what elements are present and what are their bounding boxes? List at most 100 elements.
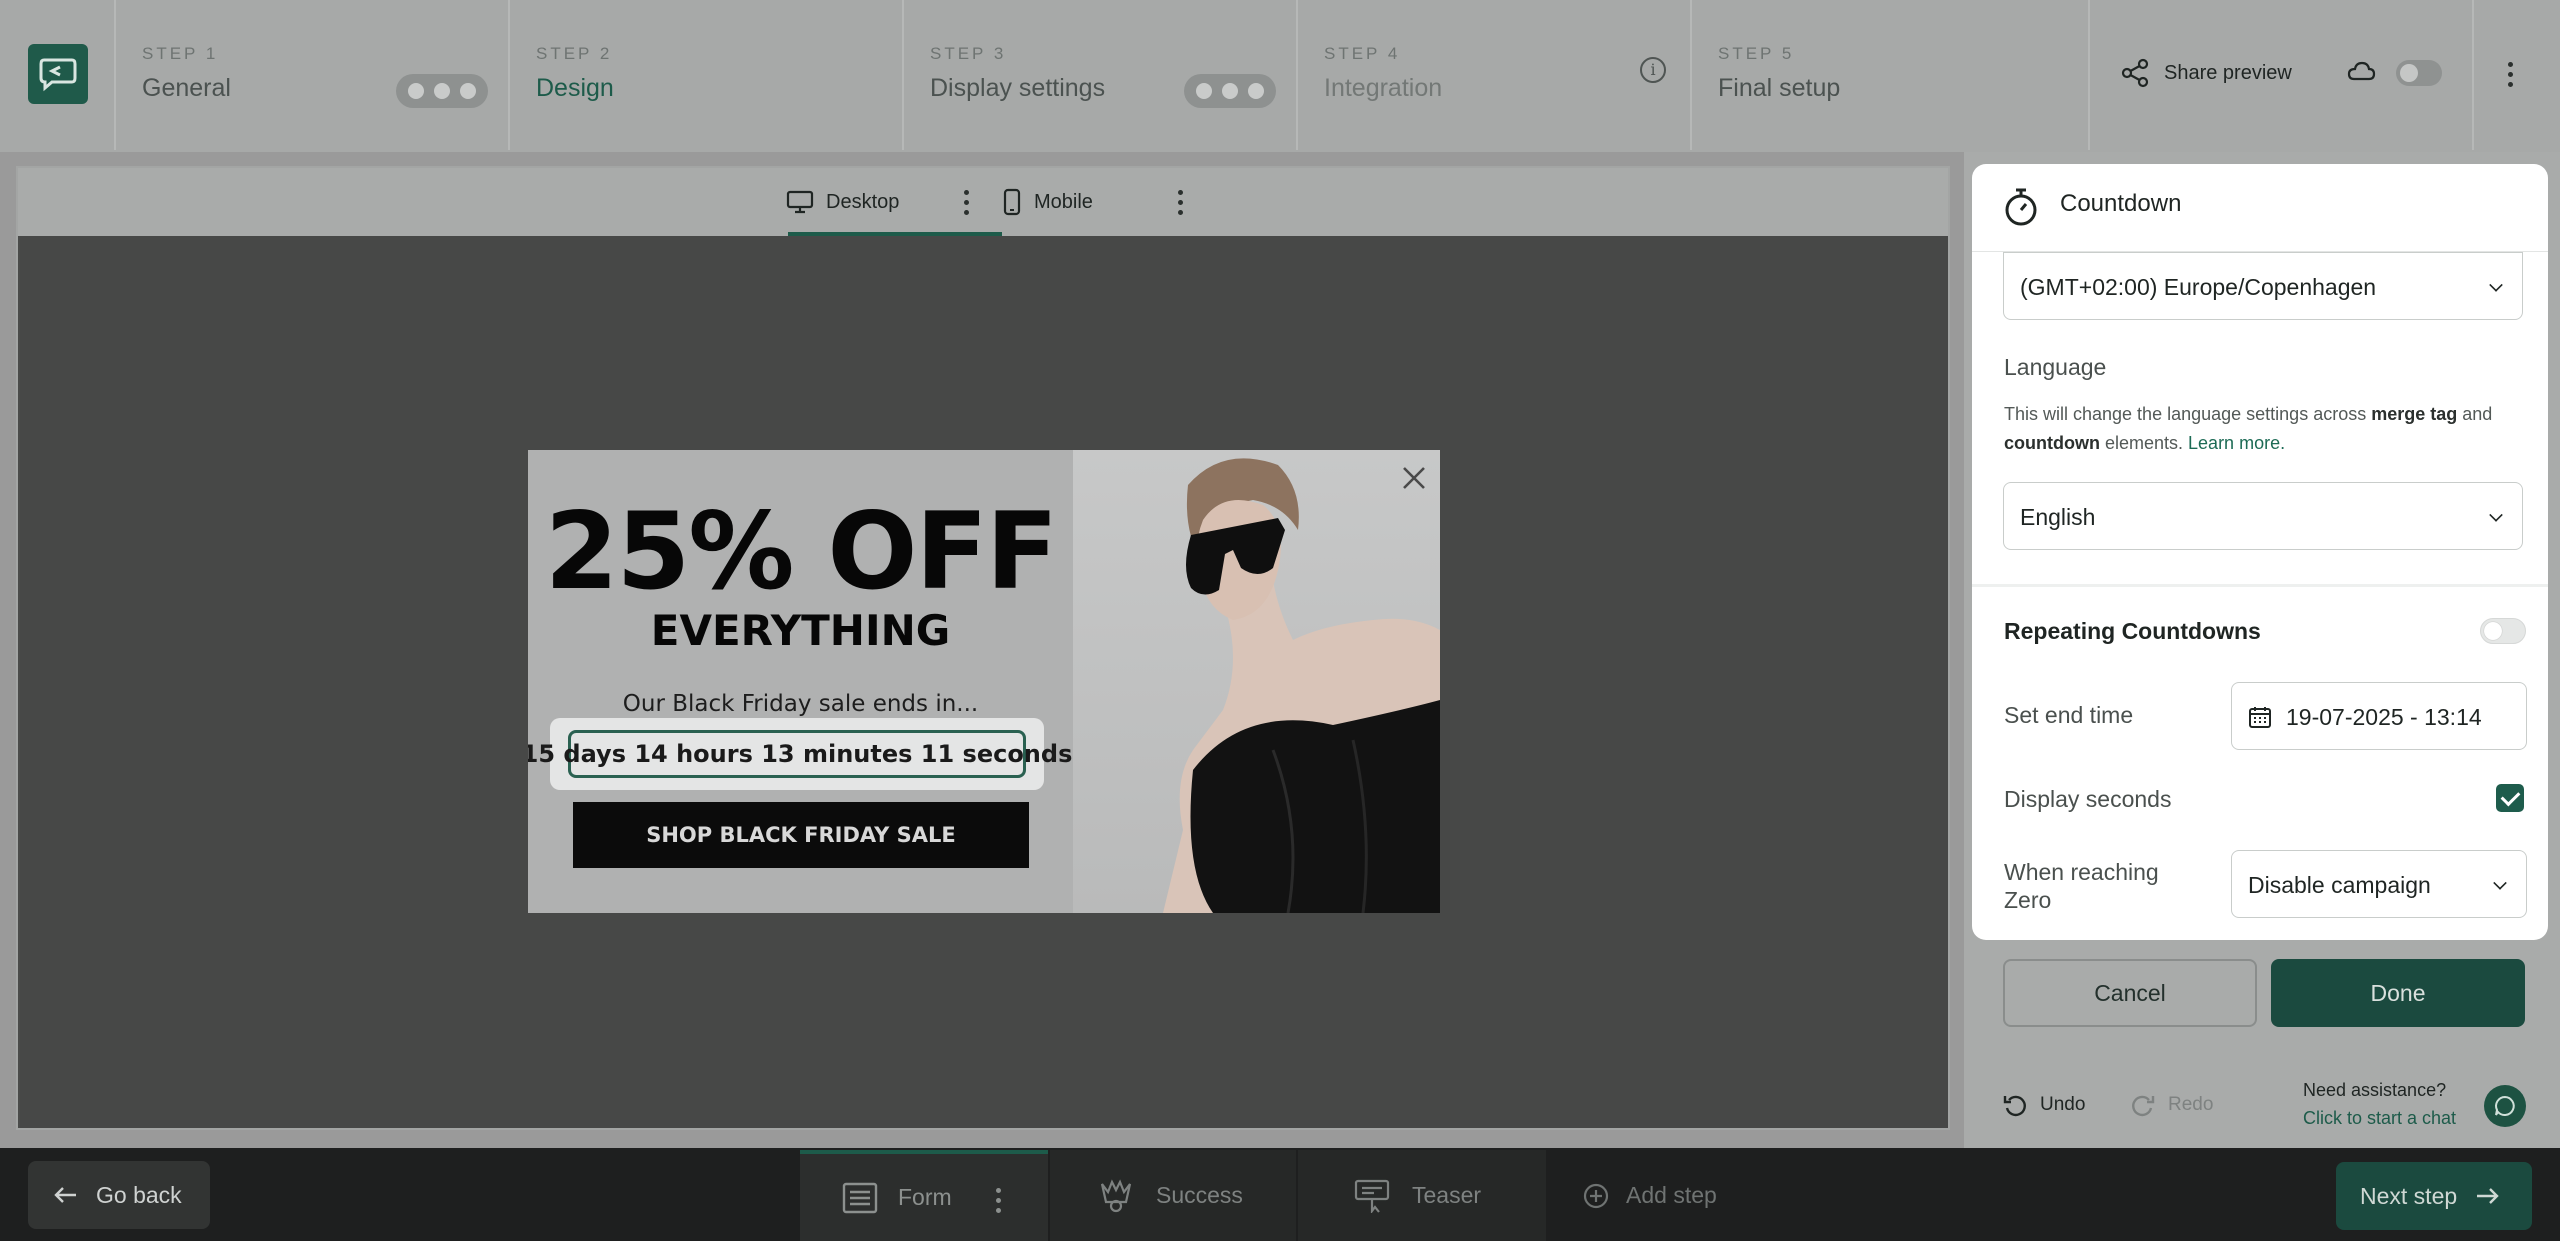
step-status-dots [1184, 74, 1276, 108]
arrow-left-icon [54, 1187, 76, 1203]
step-number: STEP 1 [142, 44, 219, 63]
add-step-button[interactable]: Add step [1546, 1150, 1746, 1241]
autosave-toggle[interactable] [2396, 60, 2442, 86]
display-seconds-checkbox[interactable] [2496, 784, 2524, 812]
chat-icon [2495, 1095, 2515, 1116]
redo-button[interactable]: Redo [2130, 1092, 2213, 1118]
step-tab-form[interactable]: Form [800, 1150, 1048, 1241]
cancel-button[interactable]: Cancel [2003, 959, 2257, 1027]
campaign-popup[interactable]: 25% OFF EVERYTHING Our Black Friday sale… [528, 450, 1440, 913]
step-design[interactable]: STEP 2 Design [512, 0, 904, 150]
step-final-setup[interactable]: STEP 5 Final setup [1694, 0, 2086, 150]
step-number: STEP 3 [930, 44, 1007, 63]
timezone-value: (GMT+02:00) Europe/Copenhagen [2020, 274, 2377, 300]
zero-action-value: Disable campaign [2248, 872, 2431, 898]
step-integration[interactable]: STEP 4 Integration [1300, 0, 1692, 150]
countdown-element[interactable]: 15 days 14 hours 13 minutes 11 seconds [528, 718, 1072, 790]
calendar-icon [2249, 707, 2271, 728]
share-preview-button[interactable]: Share preview [2120, 56, 2292, 90]
chevron-down-icon [2493, 876, 2507, 890]
plus-circle-icon [1583, 1183, 1609, 1208]
step-display-settings[interactable]: STEP 3 Display settings [906, 0, 1298, 150]
go-back-button[interactable]: Go back [28, 1161, 210, 1229]
success-label: Success [1156, 1182, 1243, 1208]
section-divider [1972, 584, 2548, 587]
timezone-select[interactable]: (GMT+02:00) Europe/Copenhagen [2003, 252, 2523, 320]
popup-close-icon[interactable] [1396, 460, 1432, 496]
next-step-label: Next step [2360, 1182, 2458, 1209]
form-icon [842, 1182, 878, 1213]
step-general[interactable]: STEP 1 General [118, 0, 510, 150]
language-value: English [2020, 504, 2096, 530]
step-number: STEP 5 [1718, 44, 1795, 63]
logo-icon [39, 58, 77, 92]
arrow-right-icon [2477, 1188, 2499, 1204]
step-name: Display settings [930, 74, 1106, 102]
language-label: Language [2004, 354, 2107, 380]
next-step-button[interactable]: Next step [2336, 1162, 2532, 1230]
more-menu-icon[interactable] [2508, 62, 2514, 88]
step-name: General [142, 74, 231, 102]
language-help-text: This will change the language settings a… [2004, 404, 2493, 453]
countdown-timer[interactable]: 15 days 14 hours 13 minutes 11 seconds [528, 730, 1072, 778]
repeating-countdowns-toggle[interactable] [2480, 618, 2526, 644]
desktop-icon [786, 190, 814, 214]
model-photo[interactable] [1073, 450, 1440, 913]
device-switcher: Desktop Mobile [18, 168, 1948, 236]
popup-ends-text[interactable]: Our Black Friday sale ends in... [528, 691, 1073, 717]
language-select[interactable]: English [2003, 482, 2523, 550]
popup-subheadline[interactable]: EVERYTHING [528, 606, 1073, 655]
share-cell: Share preview [2088, 0, 2474, 150]
step-name: Integration [1324, 74, 1443, 102]
mobile-icon [1003, 188, 1021, 216]
display-seconds-label: Display seconds [2004, 786, 2172, 812]
app-logo[interactable] [28, 44, 88, 104]
form-options-icon[interactable] [996, 1188, 1002, 1214]
mobile-label: Mobile [1034, 190, 1093, 213]
undo-icon [2003, 1095, 2026, 1117]
panel-title: Countdown [2060, 190, 2182, 217]
info-icon[interactable] [1640, 57, 1666, 83]
learn-more-link[interactable]: Learn more. [2188, 433, 2285, 453]
step-name: Final setup [1718, 74, 1841, 102]
model-image [1163, 458, 1440, 913]
share-icon [2121, 58, 2149, 88]
step-number: STEP 4 [1324, 44, 1401, 63]
redo-icon [2132, 1095, 2155, 1117]
chevron-down-icon [2489, 278, 2503, 292]
end-time-label: Set end time [2004, 702, 2134, 728]
shop-sale-button[interactable]: SHOP BLACK FRIDAY SALE [573, 802, 1029, 868]
add-step-label: Add step [1626, 1182, 1717, 1208]
cloud-icon [2347, 61, 2376, 81]
share-preview-label: Share preview [2164, 61, 2292, 84]
done-button[interactable]: Done [2271, 959, 2525, 1027]
step-status-dots [396, 74, 488, 108]
chat-button[interactable] [2484, 1085, 2526, 1127]
form-label: Form [898, 1184, 952, 1210]
start-chat-link[interactable]: Click to start a chat [2303, 1108, 2456, 1129]
teaser-label: Teaser [1412, 1182, 1482, 1208]
end-time-picker[interactable]: 19-07-2025 - 13:14 [2231, 682, 2527, 750]
stopwatch-icon [2005, 188, 2037, 226]
step-name: Design [536, 74, 614, 102]
step-tab-teaser[interactable]: Teaser [1298, 1150, 1546, 1241]
device-tab-mobile[interactable]: Mobile [1002, 168, 1093, 236]
logo-cell [0, 0, 116, 150]
teaser-icon [1354, 1179, 1390, 1213]
countdown-settings-panel: Countdown (GMT+02:00) Europe/Copenhagen … [1972, 164, 2548, 940]
mobile-options-icon[interactable] [1178, 190, 1184, 216]
popup-headline[interactable]: 25% OFF [528, 490, 1073, 613]
undo-button[interactable]: Undo [2002, 1092, 2085, 1118]
zero-label: When reaching Zero [2004, 859, 2159, 913]
desktop-options-icon[interactable] [964, 190, 970, 216]
zero-action-select[interactable]: Disable campaign [2231, 850, 2527, 918]
device-tab-desktop[interactable]: Desktop [786, 168, 899, 236]
panel-header: Countdown [1972, 164, 2548, 252]
assistance-question: Need assistance? [2303, 1080, 2447, 1100]
repeating-countdowns-label: Repeating Countdowns [2004, 618, 2261, 644]
go-back-label: Go back [96, 1181, 182, 1208]
undo-label: Undo [2040, 1094, 2086, 1115]
step-tab-success[interactable]: Success [1050, 1150, 1296, 1241]
chevron-down-icon [2489, 508, 2503, 522]
desktop-label: Desktop [826, 190, 900, 213]
